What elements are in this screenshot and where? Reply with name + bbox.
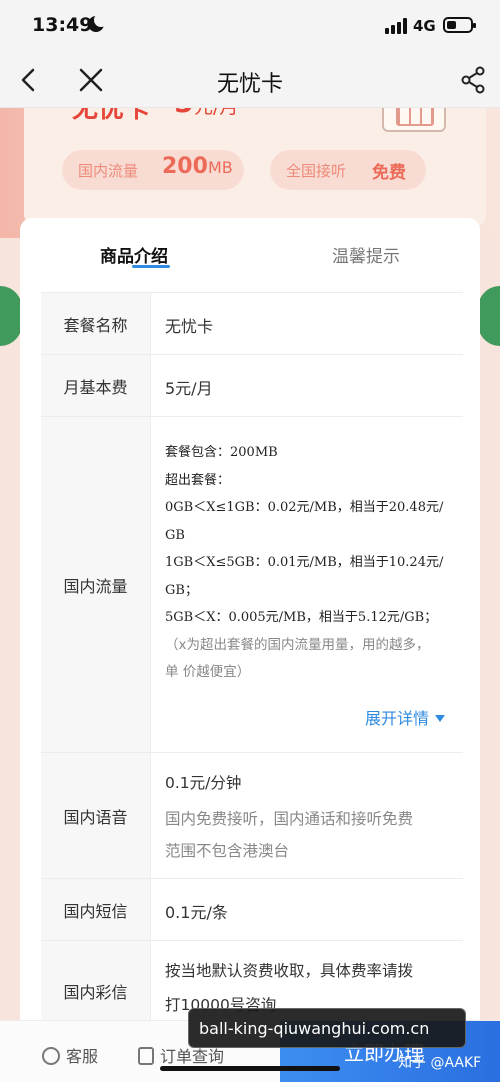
- tab-product-intro[interactable]: 商品介绍: [100, 242, 168, 267]
- document-icon: [138, 1047, 154, 1065]
- tariff-line: 1GB＜X≤5GB：0.01元/MB，相当于10.24元/: [165, 555, 444, 570]
- watermark-text: ball-king-qiuwanghui.com.cn: [199, 1019, 430, 1038]
- tariff-line: 5GB＜X：0.005元/MB，相当于5.12元/GB；: [165, 610, 438, 625]
- battery-icon: [443, 17, 476, 33]
- call-pill-value: 免费: [372, 163, 406, 183]
- customer-service-label: 客服: [66, 1047, 99, 1066]
- tariff-line: 套餐包含：200MB: [165, 445, 278, 460]
- row-note: 范围不包含港澳台: [165, 842, 290, 860]
- row-value: 0.1元/条: [165, 903, 228, 922]
- tariff-note: （x为超出套餐的国内流量用量，用的越多，: [165, 636, 430, 653]
- row-value: 无忧卡: [165, 317, 214, 336]
- expand-details-link[interactable]: 展开详情: [365, 705, 446, 729]
- banner-price: 5: [174, 108, 193, 119]
- row-value: 按当地默认资费收取，具体费率请拨: [165, 962, 414, 980]
- zhihu-watermark: 知乎 @AAKF: [398, 1055, 482, 1071]
- headset-icon: [42, 1047, 60, 1065]
- signal-icon: [385, 18, 407, 34]
- tariff-note: 单 价越便宜）: [165, 664, 251, 680]
- table-row-voice: 国内语音 0.1元/分钟 国内免费接听，国内通话和接听免费 范围不包含港澳台: [41, 752, 463, 878]
- data-pill: 国内流量 200MB: [62, 150, 244, 190]
- table-row-monthly-fee: 月基本费 5元/月: [41, 354, 463, 416]
- data-pill-value: 200MB: [162, 154, 233, 179]
- status-time: 13:49: [32, 14, 93, 36]
- home-indicator[interactable]: [160, 1066, 340, 1071]
- row-label: 国内短信: [41, 879, 151, 940]
- call-pill-label: 全国接听: [286, 162, 347, 180]
- table-row-package-name: 套餐名称 无忧卡: [41, 292, 463, 354]
- row-value: 0.1元/分钟: [165, 774, 242, 792]
- banner-title: 无忧卡: [72, 108, 151, 124]
- sim-card-icon: [382, 108, 446, 132]
- tariff-line: 超出套餐：: [165, 472, 231, 488]
- table-row-sms: 国内短信 0.1元/条: [41, 878, 463, 940]
- table-row-data: 国内流量 套餐包含：200MB 超出套餐： 0GB＜X≤1GB：0.02元/MB…: [41, 416, 463, 752]
- content-card: 商品介绍 温馨提示 套餐名称 无忧卡 月基本费 5元/月 国内流量 套餐包含：2…: [20, 218, 480, 1028]
- data-pill-unit: MB: [207, 158, 233, 177]
- banner-price-unit: 元/月: [194, 108, 238, 119]
- row-note: 国内免费接听，国内通话和接听免费: [165, 810, 414, 828]
- data-pill-label: 国内流量: [78, 162, 139, 180]
- banner-card: 无忧卡 5 元/月 国内流量 200MB 全国接听 免费: [24, 108, 486, 228]
- data-pill-number: 200: [162, 154, 208, 179]
- share-icon[interactable]: [460, 66, 486, 94]
- tariff-line: 0GB＜X≤1GB：0.02元/MB，相当于20.48元/: [165, 500, 444, 515]
- tab-bar: 商品介绍 温馨提示: [20, 218, 480, 292]
- tab-active-indicator: [132, 265, 170, 268]
- status-bar: 13:49 4G: [0, 0, 500, 52]
- decor-leaf-left: [0, 286, 22, 346]
- row-label: 国内流量: [41, 417, 151, 752]
- expand-details-label: 展开详情: [365, 709, 430, 728]
- row-label: 月基本费: [41, 355, 151, 416]
- nav-bar: 无忧卡: [0, 52, 500, 108]
- page-title: 无忧卡: [216, 72, 283, 97]
- customer-service-button[interactable]: 客服: [42, 1043, 98, 1067]
- order-query-label: 订单查询: [160, 1047, 225, 1066]
- caret-down-icon: [435, 715, 446, 722]
- watermark-overlay: ball-king-qiuwanghui.com.cn: [188, 1008, 466, 1048]
- call-pill: 全国接听 免费: [270, 150, 426, 190]
- data-tariff-details: 套餐包含：200MB 超出套餐： 0GB＜X≤1GB：0.02元/MB，相当于2…: [165, 439, 455, 687]
- tariff-line: GB；: [165, 582, 198, 598]
- row-label: 国内彩信: [41, 941, 151, 1028]
- row-label: 国内语音: [41, 753, 151, 878]
- moon-icon: [88, 13, 108, 32]
- network-type: 4G: [413, 17, 436, 35]
- row-label: 套餐名称: [41, 293, 151, 354]
- row-value: 5元/月: [165, 379, 213, 398]
- tariff-line: GB: [165, 527, 185, 543]
- tab-tips[interactable]: 温馨提示: [332, 242, 400, 267]
- decor-leaf-right: [478, 286, 500, 346]
